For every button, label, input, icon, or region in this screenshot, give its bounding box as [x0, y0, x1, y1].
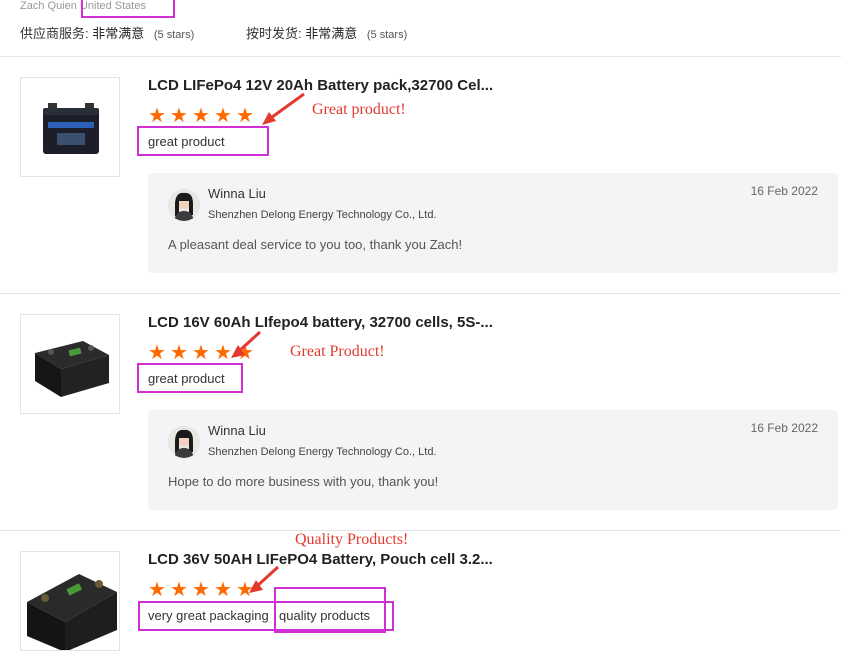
seller-reply: Winna Liu Shenzhen Delong Energy Technol… [148, 173, 838, 273]
reply-date: 16 Feb 2022 [750, 421, 818, 435]
buyer-name: Zach Quien [20, 0, 77, 12]
reply-author: Winna Liu [208, 186, 266, 201]
star-icon: ★ [214, 579, 232, 601]
product-title[interactable]: LCD LIFePo4 12V 20Ah Battery pack,32700 … [148, 77, 493, 94]
battery-image [35, 341, 109, 397]
star-icon: ★ [148, 579, 166, 601]
review-item: LCD LIFePo4 12V 20Ah Battery pack,32700 … [0, 57, 841, 294]
battery-image [43, 103, 99, 154]
supplier-service-stars: (5 stars) [153, 29, 195, 41]
ontime-stars: (5 stars) [366, 29, 408, 41]
review-tag: quality products [279, 608, 371, 623]
reply-author: Winna Liu [208, 423, 266, 438]
star-icon: ★ [148, 105, 166, 127]
avatar [168, 189, 200, 221]
star-icon: ★ [170, 342, 188, 364]
product-thumbnail[interactable] [20, 551, 120, 651]
reply-company: Shenzhen Delong Energy Technology Co., L… [208, 209, 437, 221]
star-icon: ★ [170, 105, 188, 127]
star-icon: ★ [236, 105, 254, 127]
seller-reply: Winna Liu Shenzhen Delong Energy Technol… [148, 410, 838, 510]
ontime-label: 按时发货: [246, 26, 302, 41]
annotation-text: Quality Products! [295, 531, 409, 548]
star-icon: ★ [192, 579, 210, 601]
review-item: LCD 16V 60Ah LIfepo4 battery, 32700 cell… [0, 294, 841, 531]
star-rating: ★ ★ ★ ★ ★ [148, 579, 254, 601]
star-icon: ★ [192, 105, 210, 127]
country-highlight-box [81, 0, 175, 18]
review-tag: great product [148, 134, 225, 149]
reply-text: A pleasant deal service to you too, than… [168, 237, 463, 252]
star-icon: ★ [170, 579, 188, 601]
supplier-service-label: 供应商服务: [20, 26, 89, 41]
reply-date: 16 Feb 2022 [750, 184, 818, 198]
product-thumbnail[interactable] [20, 77, 120, 177]
arrow-icon [262, 92, 305, 125]
battery-image [27, 574, 117, 650]
reply-company: Shenzhen Delong Energy Technology Co., L… [208, 446, 437, 458]
review-tag: very great packaging [148, 608, 269, 623]
review-header: Zach Quien United States 供应商服务: 非常满意 (5 … [0, 0, 841, 57]
review-item: LCD 36V 50AH LIFePO4 Battery, Pouch cell… [0, 531, 841, 651]
product-title[interactable]: LCD 36V 50AH LIFePO4 Battery, Pouch cell… [148, 551, 493, 568]
star-icon: ★ [214, 105, 232, 127]
star-icon: ★ [192, 342, 210, 364]
ontime-value: 非常满意 [305, 26, 358, 41]
supplier-ratings: 供应商服务: 非常满意 (5 stars) 按时发货: 非常满意 (5 star… [20, 23, 407, 42]
supplier-service-value: 非常满意 [92, 26, 145, 41]
annotation-text: Great Product! [290, 343, 385, 360]
annotation-text: Great product! [312, 101, 406, 118]
star-rating: ★ ★ ★ ★ ★ [148, 105, 254, 127]
reply-text: Hope to do more business with you, thank… [168, 474, 439, 489]
review-tag: great product [148, 371, 225, 386]
arrow-icon [231, 330, 262, 358]
product-thumbnail[interactable] [20, 314, 120, 414]
product-title[interactable]: LCD 16V 60Ah LIfepo4 battery, 32700 cell… [148, 314, 493, 331]
star-icon: ★ [148, 342, 166, 364]
ontime-rating: 按时发货: 非常满意 (5 stars) [246, 23, 407, 42]
avatar [168, 426, 200, 458]
